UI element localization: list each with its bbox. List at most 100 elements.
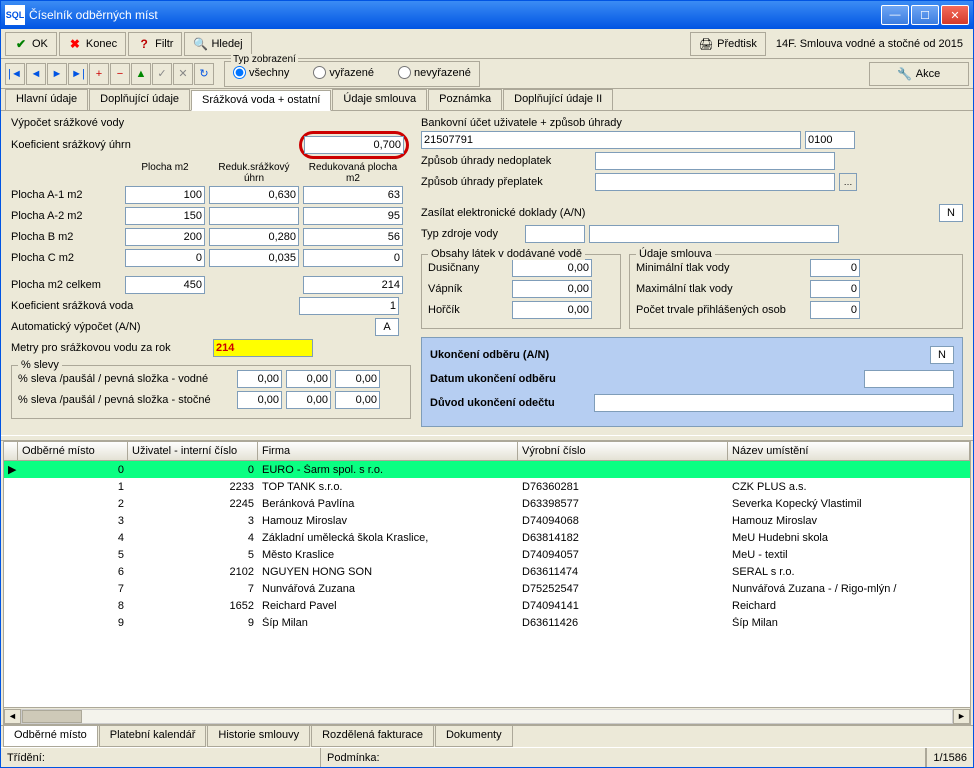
a2-plocha-input[interactable] xyxy=(125,207,205,225)
tab-doplnujici2[interactable]: Doplňující údaje II xyxy=(503,89,613,110)
sl5-input[interactable] xyxy=(286,391,331,409)
prev-button[interactable]: ◄ xyxy=(26,63,46,85)
scroll-track[interactable] xyxy=(21,709,953,724)
a2-reduk-input[interactable] xyxy=(209,207,299,225)
vapnik-input[interactable] xyxy=(512,280,592,298)
duvod-input[interactable] xyxy=(594,394,954,412)
auto-label: Automatický výpočet (A/N) xyxy=(11,321,295,333)
celkem-plocha-input[interactable] xyxy=(125,276,205,294)
tab-poznamka[interactable]: Poznámka xyxy=(428,89,502,110)
konec-button[interactable]: ✖Konec xyxy=(59,32,126,56)
ok-button[interactable]: ✔OK xyxy=(5,32,57,56)
tab-hlavni[interactable]: Hlavní údaje xyxy=(5,89,88,110)
a1-redpl-input[interactable] xyxy=(303,186,403,204)
dusicnany-input[interactable] xyxy=(512,259,592,277)
koef-uhrn-input[interactable] xyxy=(304,136,404,154)
last-button[interactable]: ►| xyxy=(68,63,88,85)
col-odberne-misto[interactable]: Odběrné místo xyxy=(18,442,128,460)
banka-input[interactable] xyxy=(421,131,801,149)
predtisk-button[interactable]: 🖨Předtisk xyxy=(690,32,766,56)
c-plocha-input[interactable] xyxy=(125,249,205,267)
banka-kod-input[interactable] xyxy=(805,131,855,149)
nedoplatek-label: Způsob úhrady nedoplatek xyxy=(421,155,591,167)
table-row[interactable]: 62102NGUYEN HONG SOND63611474SERAL s r.o… xyxy=(4,563,970,580)
confirm-button[interactable]: ✓ xyxy=(152,63,172,85)
table-row[interactable]: 12233TOP TANK s.r.o.D76360281CZK PLUS a.… xyxy=(4,478,970,495)
min-tlak-input[interactable] xyxy=(810,259,860,277)
preplatek-input[interactable] xyxy=(595,173,835,191)
cancel-edit-button[interactable]: ✕ xyxy=(173,63,193,85)
tab-doplnujici[interactable]: Doplňující údaje xyxy=(89,89,190,110)
btab-platebni-kalendar[interactable]: Platební kalendář xyxy=(99,726,207,747)
akce-button[interactable]: 🔧Akce xyxy=(869,62,969,86)
col-nazev-umisteni[interactable]: Název umístění xyxy=(728,442,970,460)
a1-reduk-input[interactable] xyxy=(209,186,299,204)
edit-button[interactable]: ▲ xyxy=(131,63,151,85)
col-vyrobni-cislo[interactable]: Výrobní číslo xyxy=(518,442,728,460)
filtr-button[interactable]: ?Filtr xyxy=(128,32,182,56)
col-firma[interactable]: Firma xyxy=(258,442,518,460)
celkem-redpl-input[interactable] xyxy=(303,276,403,294)
table-row[interactable]: 55Město KrasliceD74094057MeU - textil xyxy=(4,546,970,563)
typzdroj1-input[interactable] xyxy=(525,225,585,243)
a1-plocha-input[interactable] xyxy=(125,186,205,204)
datum-ukonceni-input[interactable] xyxy=(864,370,954,388)
close-button[interactable]: ✕ xyxy=(941,5,969,25)
c-reduk-input[interactable] xyxy=(209,249,299,267)
table-row[interactable]: 22245Beránková PavlínaD63398577Severka K… xyxy=(4,495,970,512)
table-row[interactable]: 44Základní umělecká škola Kraslice,D6381… xyxy=(4,529,970,546)
table-row[interactable]: 77Nunvářová ZuzanaD75252547Nunvářová Zuz… xyxy=(4,580,970,597)
maximize-button[interactable]: ☐ xyxy=(911,5,939,25)
edok-input[interactable] xyxy=(939,204,963,222)
horcik-input[interactable] xyxy=(512,301,592,319)
grid-body[interactable]: ▶00EURO - Šarm spol. s r.o.12233TOP TANK… xyxy=(4,461,970,707)
scroll-left-button[interactable]: ◄ xyxy=(4,709,21,724)
table-row[interactable]: ▶00EURO - Šarm spol. s r.o. xyxy=(4,461,970,478)
btab-dokumenty[interactable]: Dokumenty xyxy=(435,726,513,747)
max-tlak-input[interactable] xyxy=(810,280,860,298)
tab-smlouva[interactable]: Údaje smlouva xyxy=(332,89,427,110)
minimize-button[interactable]: — xyxy=(881,5,909,25)
add-button[interactable]: + xyxy=(89,63,109,85)
b-plocha-input[interactable] xyxy=(125,228,205,246)
col-uzivatel[interactable]: Uživatel - interní číslo xyxy=(128,442,258,460)
first-button[interactable]: |◄ xyxy=(5,63,25,85)
remove-button[interactable]: − xyxy=(110,63,130,85)
typzdroj2-input[interactable] xyxy=(589,225,839,243)
radio-notdiscarded[interactable]: nevyřazené xyxy=(398,66,471,79)
sl3-input[interactable] xyxy=(335,370,380,388)
hledej-button[interactable]: 🔍Hledej xyxy=(184,32,251,56)
sl1-input[interactable] xyxy=(237,370,282,388)
metry-input[interactable] xyxy=(213,339,313,357)
sl6-input[interactable] xyxy=(335,391,380,409)
auto-input[interactable] xyxy=(375,318,399,336)
btab-historie-smlouvy[interactable]: Historie smlouvy xyxy=(207,726,310,747)
c-redpl-input[interactable] xyxy=(303,249,403,267)
b-reduk-input[interactable] xyxy=(209,228,299,246)
c-label: Plocha C m2 xyxy=(11,252,121,264)
table-row[interactable]: 81652Reichard PavelD74094141Reichard xyxy=(4,597,970,614)
table-row[interactable]: 33Hamouz MiroslavD74094068Hamouz Mirosla… xyxy=(4,512,970,529)
a2-redpl-input[interactable] xyxy=(303,207,403,225)
scroll-thumb[interactable] xyxy=(22,710,82,723)
h-scrollbar[interactable]: ◄ ► xyxy=(4,707,970,724)
bottom-tabs: Odběrné místo Platební kalendář Historie… xyxy=(1,725,973,747)
osob-input[interactable] xyxy=(810,301,860,319)
scroll-right-button[interactable]: ► xyxy=(953,709,970,724)
ukonceni-input[interactable] xyxy=(930,346,954,364)
right-column: Bankovní účet uživatele + způsob úhrady … xyxy=(421,117,963,427)
next-button[interactable]: ► xyxy=(47,63,67,85)
table-row[interactable]: 99Šíp MilanD63611426Šíp Milan xyxy=(4,614,970,631)
sl2-input[interactable] xyxy=(286,370,331,388)
btab-odberne-misto[interactable]: Odběrné místo xyxy=(3,726,98,747)
btab-rozdelena-fakturace[interactable]: Rozdělená fakturace xyxy=(311,726,434,747)
ksv-input[interactable] xyxy=(299,297,399,315)
radio-discarded[interactable]: vyřazené xyxy=(313,66,374,79)
preplatek-lookup-button[interactable]: … xyxy=(839,173,857,191)
b-redpl-input[interactable] xyxy=(303,228,403,246)
radio-all[interactable]: všechny xyxy=(233,66,289,79)
nedoplatek-input[interactable] xyxy=(595,152,835,170)
sl4-input[interactable] xyxy=(237,391,282,409)
refresh-button[interactable]: ↻ xyxy=(194,63,214,85)
tab-srazkova[interactable]: Srážková voda + ostatní xyxy=(191,90,331,111)
